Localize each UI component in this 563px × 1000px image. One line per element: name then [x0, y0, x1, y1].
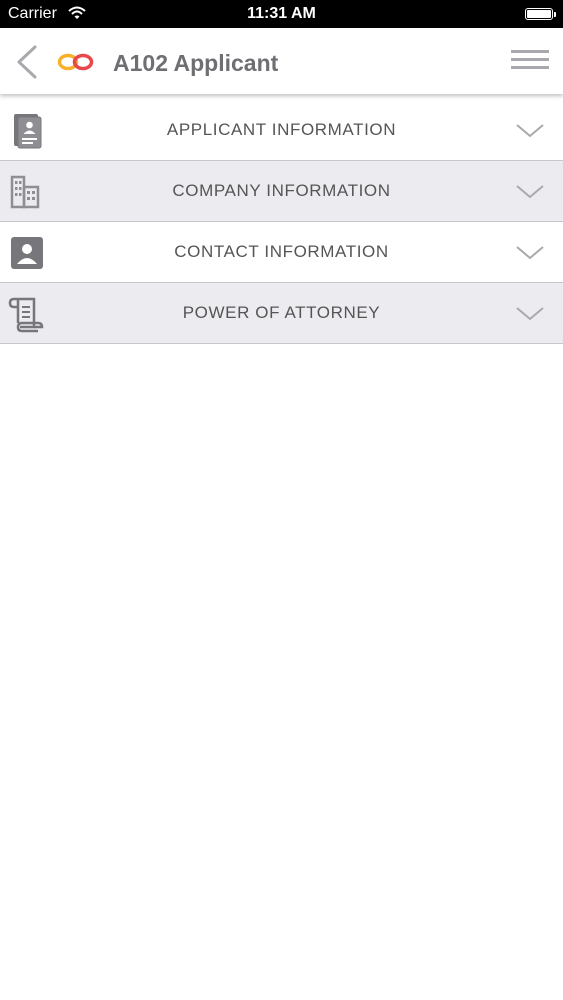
- clock-time: 11:31 AM: [247, 5, 316, 22]
- section-power-of-attorney[interactable]: POWER OF ATTORNEY: [0, 283, 563, 344]
- section-label: CONTACT INFORMATION: [174, 242, 389, 261]
- back-button[interactable]: [10, 42, 44, 82]
- navigation-bar: A102 Applicant: [0, 28, 563, 94]
- chevron-down-icon[interactable]: [515, 183, 545, 201]
- chevron-down-icon[interactable]: [515, 244, 545, 262]
- section-applicant-information[interactable]: APPLICANT INFORMATION: [0, 100, 563, 161]
- app-logo-icon: [57, 53, 94, 71]
- section-list: APPLICANT INFORMATION COMPANY INFORMATIO…: [0, 100, 563, 344]
- section-contact-information[interactable]: CONTACT INFORMATION: [0, 222, 563, 283]
- battery-icon: [525, 8, 556, 20]
- section-company-information[interactable]: COMPANY INFORMATION: [0, 161, 563, 222]
- section-label: APPLICANT INFORMATION: [166, 120, 397, 139]
- section-label: COMPANY INFORMATION: [172, 181, 391, 200]
- chevron-down-icon[interactable]: [515, 122, 545, 140]
- chevron-down-icon[interactable]: [515, 305, 545, 323]
- page-title: A102 Applicant: [113, 50, 279, 76]
- section-label: POWER OF ATTORNEY: [182, 303, 381, 322]
- status-bar: Carrier 11:31 AM: [0, 0, 563, 28]
- hamburger-menu-button[interactable]: [511, 46, 551, 74]
